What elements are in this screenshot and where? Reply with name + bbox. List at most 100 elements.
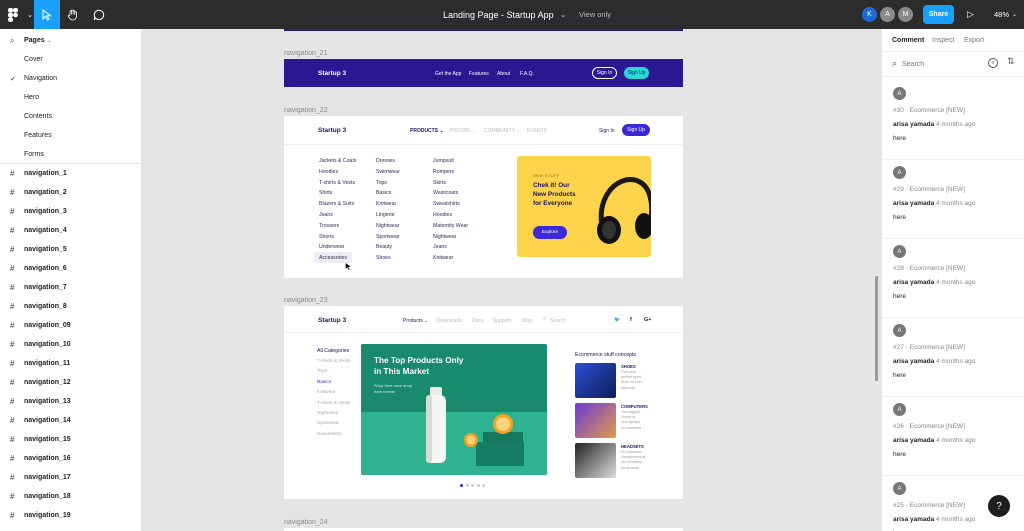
comment-item[interactable]: A #26 · Ecommerce [NEW] arisa yamada 4 mon… bbox=[882, 397, 1024, 476]
hand-tool-button[interactable] bbox=[60, 0, 86, 29]
settings-sliders-icon[interactable]: ⇅ bbox=[1007, 56, 1015, 67]
frame-label[interactable]: navigation_24 bbox=[284, 519, 328, 526]
layer-item[interactable]: # navigation_19 bbox=[0, 506, 141, 525]
comment-time: 4 months ago bbox=[936, 121, 976, 128]
comment-item[interactable]: A #30 · Ecommerce [NEW] arisa yamada 4 mon… bbox=[882, 81, 1024, 160]
frame-label[interactable]: navigation_21 bbox=[284, 50, 328, 57]
file-title[interactable]: Landing Page - Startup App ⌄ bbox=[443, 0, 566, 29]
concept-desc: The biggest bbox=[621, 410, 640, 414]
title-chevron-icon[interactable]: ⌄ bbox=[560, 10, 567, 19]
tab-export[interactable]: Export bbox=[964, 37, 984, 44]
layer-item[interactable]: # navigation_5 bbox=[0, 240, 141, 259]
frame-hash-icon: # bbox=[10, 397, 15, 406]
layer-item[interactable]: # navigation_11 bbox=[0, 354, 141, 373]
avatar[interactable]: M bbox=[898, 7, 913, 22]
layer-item[interactable]: # navigation_15 bbox=[0, 430, 141, 449]
layer-item[interactable]: # navigation_7 bbox=[0, 278, 141, 297]
comment-meta: arisa yamada 4 months ago bbox=[893, 121, 975, 128]
layer-item[interactable]: # navigation_6 bbox=[0, 259, 141, 278]
pages-chevron-icon[interactable]: ⌄ bbox=[47, 37, 52, 44]
tab-inspect[interactable]: Inspect bbox=[932, 37, 955, 44]
avatar: A bbox=[893, 245, 906, 258]
tab-comment[interactable]: Comment bbox=[892, 37, 924, 44]
layer-item[interactable]: # navigation_10 bbox=[0, 335, 141, 354]
page-item-forms[interactable]: Forms bbox=[0, 145, 141, 164]
dropdown-item: Shirts bbox=[319, 190, 333, 197]
comment-user: arisa yamada bbox=[893, 437, 935, 444]
move-tool-button[interactable] bbox=[34, 0, 60, 29]
comment-item[interactable]: A #29 · Ecommerce [NEW] arisa yamada 4 mon… bbox=[882, 160, 1024, 239]
filter-icon[interactable]: ≡ bbox=[988, 58, 998, 68]
layer-item-label: navigation_4 bbox=[24, 227, 67, 234]
dropdown-item: Maternity Wear bbox=[433, 222, 469, 229]
page-item-navigation[interactable]: ✓ Navigation bbox=[0, 69, 141, 88]
avatar[interactable]: A bbox=[880, 7, 895, 22]
layer-item[interactable]: # navigation_2 bbox=[0, 183, 141, 202]
frame-label[interactable]: navigation_23 bbox=[284, 297, 328, 304]
layer-item[interactable]: # navigation_1 bbox=[0, 164, 141, 183]
canvas-scrollbar[interactable] bbox=[875, 276, 878, 381]
page-item-contents[interactable]: Contents bbox=[0, 107, 141, 126]
avatar[interactable]: K bbox=[862, 7, 877, 22]
mouse-cursor-icon bbox=[345, 262, 352, 271]
dropdown-item: Jumpsuit bbox=[433, 158, 454, 164]
layer-item-label: navigation_7 bbox=[24, 284, 67, 291]
share-button[interactable]: Share bbox=[923, 5, 954, 24]
search-icon[interactable]: ⌕ bbox=[10, 36, 14, 46]
frame-navigation-23[interactable]: Startup 3 Products ⌄ Downloads Docs Supp… bbox=[284, 306, 683, 499]
layer-item[interactable]: # navigation_3 bbox=[0, 202, 141, 221]
avatar: A bbox=[893, 166, 906, 179]
dropdown-item: Rompers bbox=[433, 168, 455, 175]
layer-item[interactable]: # navigation_4 bbox=[0, 221, 141, 240]
layer-item[interactable]: # navigation_09 bbox=[0, 316, 141, 335]
comment-body: here bbox=[893, 214, 907, 221]
frame-hash-icon: # bbox=[10, 245, 15, 254]
frame-navigation-22[interactable]: Startup 3 PRODUCTS ⌄ PRICING ⌄ COMMUNITY… bbox=[284, 116, 683, 278]
nav-link: Get the App bbox=[435, 71, 462, 77]
frame-label[interactable]: navigation_22 bbox=[284, 107, 328, 114]
layer-item[interactable]: # navigation_16 bbox=[0, 449, 141, 468]
canvas[interactable]: navigation_21 Startup 3 Get the App Feat… bbox=[142, 29, 881, 531]
dropdown-item: Trousers bbox=[319, 222, 340, 229]
page-item-features[interactable]: Features bbox=[0, 126, 141, 145]
nav-link: Blog bbox=[522, 318, 533, 324]
layer-item[interactable]: # navigation_18 bbox=[0, 487, 141, 506]
pages-header[interactable]: ⌕ Pages ⌄ bbox=[0, 31, 141, 50]
product-thumbnail bbox=[575, 363, 616, 398]
page-item-hero[interactable]: Hero bbox=[0, 88, 141, 107]
product-thumbnail bbox=[575, 443, 616, 478]
comment-item[interactable]: A #28 · Ecommerce [NEW] arisa yamada 4 mon… bbox=[882, 239, 1024, 318]
figma-menu-icon[interactable] bbox=[0, 0, 26, 29]
menu-chevron-icon[interactable]: ⌄ bbox=[26, 0, 34, 29]
frame-hash-icon: # bbox=[10, 226, 15, 235]
layer-item-label: navigation_1 bbox=[24, 170, 67, 177]
layer-item[interactable]: # navigation_12 bbox=[0, 373, 141, 392]
layer-item[interactable]: # navigation_17 bbox=[0, 468, 141, 487]
comment-user: arisa yamada bbox=[893, 516, 935, 523]
dropdown-item: Swimwear bbox=[376, 168, 400, 175]
dropdown-item: Basics bbox=[376, 190, 392, 197]
comment-time: 4 months ago bbox=[936, 279, 976, 286]
pages-label: Pages bbox=[24, 37, 45, 44]
layer-item[interactable]: # navigation_13 bbox=[0, 392, 141, 411]
page-item-cover[interactable]: Cover bbox=[0, 50, 141, 69]
sign-up-button: Sign Up bbox=[622, 124, 650, 136]
comment-tool-button[interactable] bbox=[86, 0, 112, 29]
zoom-level[interactable]: 48% ⌄ bbox=[994, 0, 1017, 29]
concept-desc: our members bbox=[621, 460, 643, 465]
comment-time: 4 months ago bbox=[936, 200, 976, 207]
layer-item[interactable]: # navigation_8 bbox=[0, 297, 141, 316]
present-play-icon[interactable]: ▷ bbox=[967, 0, 974, 29]
google-plus-icon: G+ bbox=[644, 317, 652, 323]
frame-navigation-21[interactable]: Startup 3 Get the App Features About F.A… bbox=[284, 59, 683, 87]
comment-search-input[interactable] bbox=[902, 58, 982, 70]
frame-hash-icon: # bbox=[10, 302, 15, 311]
page-item-label: Hero bbox=[24, 94, 40, 101]
help-button[interactable]: ? bbox=[988, 495, 1010, 517]
page-item-label: Navigation bbox=[24, 75, 58, 82]
comment-item[interactable]: A #27 · Ecommerce [NEW] arisa yamada 4 mon… bbox=[882, 318, 1024, 397]
comment-user: arisa yamada bbox=[893, 200, 935, 207]
dropdown-item: Shoes bbox=[376, 255, 391, 262]
layer-item[interactable]: # navigation_14 bbox=[0, 411, 141, 430]
dropdown-item: Knitwear bbox=[376, 201, 397, 208]
